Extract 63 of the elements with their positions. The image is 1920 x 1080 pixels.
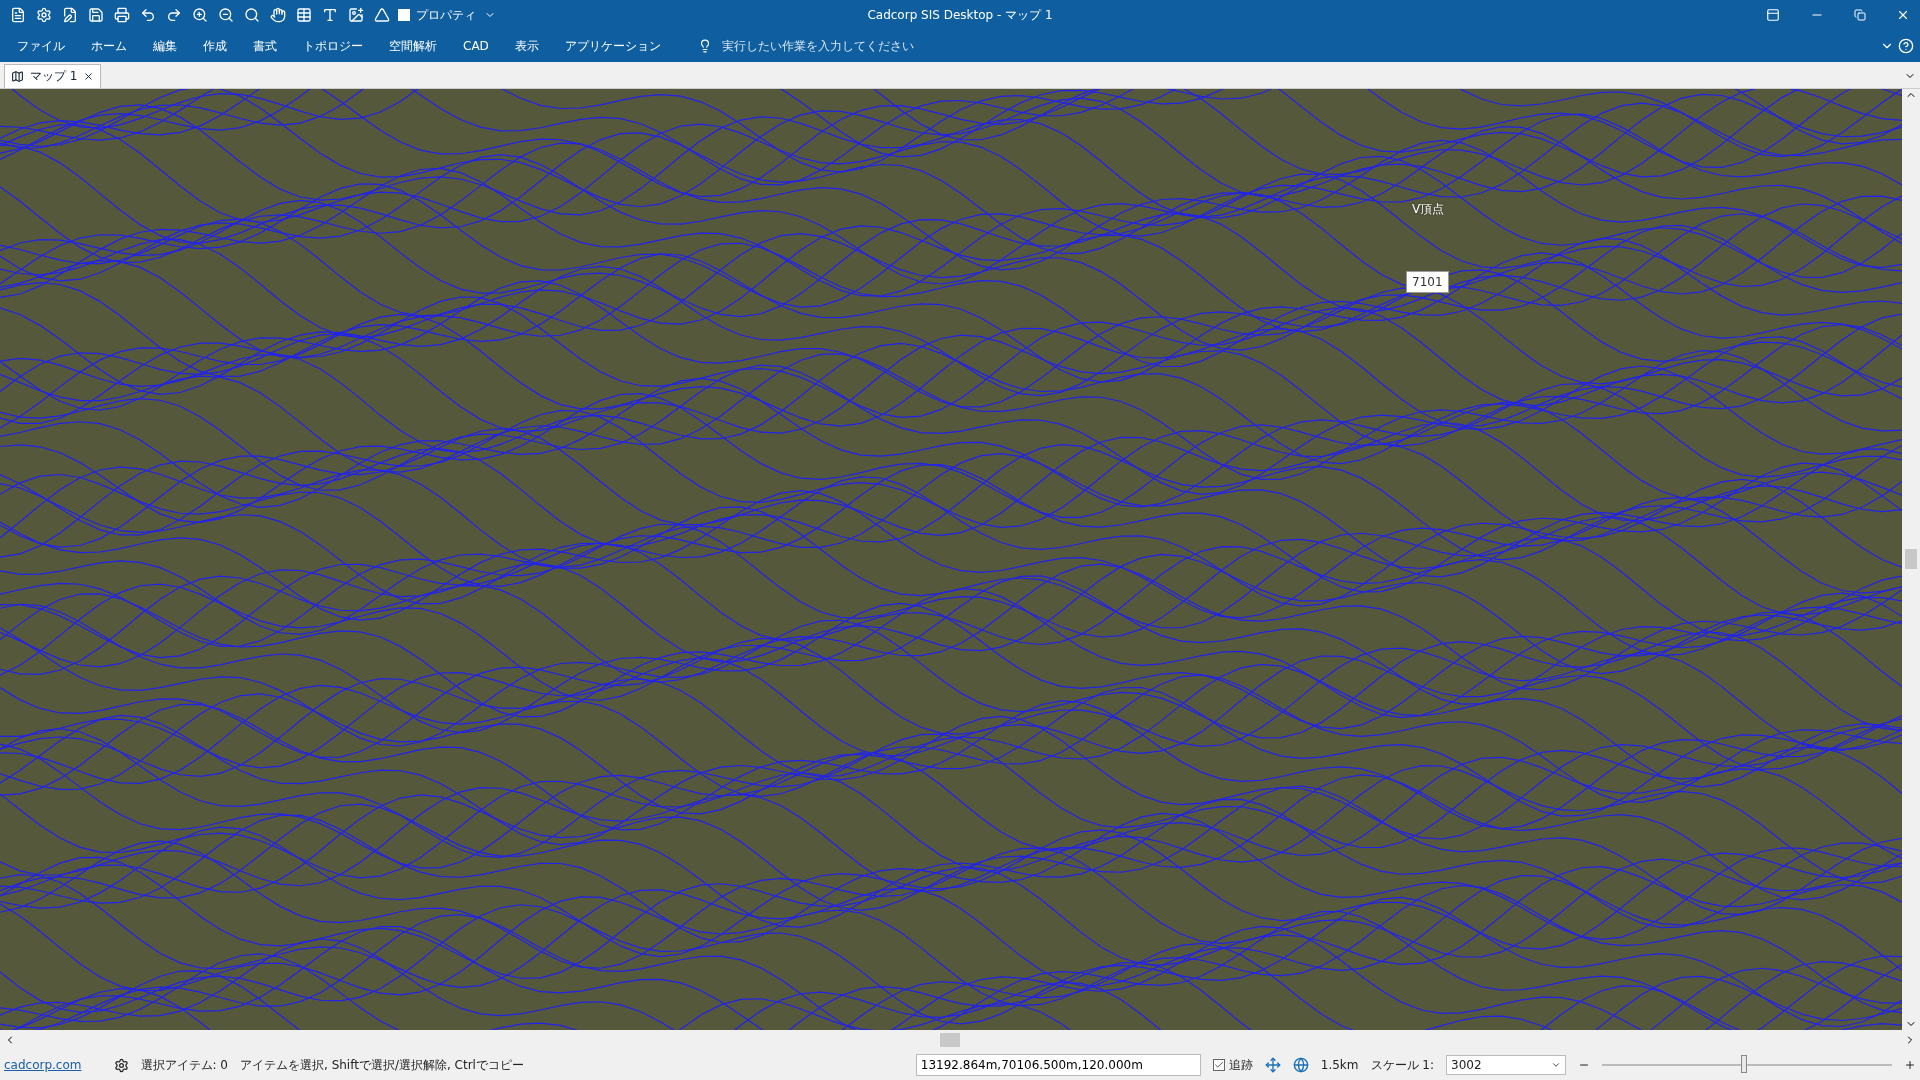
- property-label: プロパティ: [416, 6, 476, 24]
- scale-label: スケール 1:: [1370, 1056, 1434, 1074]
- menu-item[interactable]: ホーム: [78, 33, 140, 59]
- hand-button[interactable]: [268, 5, 288, 25]
- save-button[interactable]: [86, 5, 106, 25]
- selection-count: 選択アイテム: 0: [140, 1056, 228, 1074]
- help-button[interactable]: [1896, 36, 1916, 56]
- status-hint: アイテムを選択, Shiftで選択/選択解除, Ctrlでコピー: [240, 1056, 524, 1074]
- website-link[interactable]: cadcorp.com: [4, 1058, 82, 1072]
- close-icon[interactable]: [83, 71, 95, 82]
- scroll-thumb[interactable]: [940, 1033, 960, 1047]
- scroll-thumb[interactable]: [1905, 549, 1917, 569]
- menu-item[interactable]: 作成: [190, 33, 240, 59]
- print-icon: [114, 7, 130, 23]
- restore-button[interactable]: [1852, 7, 1868, 23]
- caret-icon: [1551, 1060, 1561, 1070]
- ribbon-display-button[interactable]: [1764, 6, 1782, 24]
- zoom-in-icon[interactable]: [1904, 1059, 1916, 1071]
- map-icon: [11, 70, 24, 83]
- help-icon: [1898, 38, 1914, 54]
- menu-item[interactable]: アプリケーション: [551, 33, 674, 59]
- hand-icon: [270, 7, 286, 23]
- scale-dropdown[interactable]: 3002: [1446, 1055, 1566, 1075]
- edit-file-icon: [62, 7, 78, 23]
- menu-item[interactable]: ファイル: [4, 33, 78, 59]
- table-button[interactable]: [294, 5, 314, 25]
- zoom-in-icon: [192, 7, 208, 23]
- print-button[interactable]: [112, 5, 132, 25]
- map-label: V頂点: [1412, 201, 1445, 218]
- globe-icon[interactable]: [1292, 1057, 1309, 1073]
- menu-item[interactable]: 書式: [240, 33, 290, 59]
- settings-button[interactable]: [34, 5, 54, 25]
- property-checkbox[interactable]: [398, 9, 410, 21]
- panel-icon: [1766, 8, 1780, 22]
- text-icon: [322, 7, 338, 23]
- window-title: Cadcorp SIS Desktop - マップ 1: [867, 7, 1053, 22]
- menu-item[interactable]: CAD: [450, 35, 502, 57]
- document-tab[interactable]: マップ 1: [4, 64, 102, 88]
- redo-icon: [166, 7, 182, 23]
- close-icon: [1896, 8, 1910, 22]
- settings-icon: [36, 7, 52, 23]
- zoom-slider-thumb[interactable]: [1741, 1055, 1748, 1073]
- undo-icon: [140, 7, 156, 23]
- menu-item[interactable]: トポロジー: [290, 33, 376, 59]
- add-image-icon: [348, 7, 364, 23]
- menu-item[interactable]: 編集: [140, 33, 190, 59]
- zoom-out-icon: [218, 7, 234, 23]
- tracking-label: 追跡: [1228, 1056, 1253, 1074]
- coordinates-field[interactable]: 13192.864m,70106.500m,120.000m: [915, 1054, 1201, 1076]
- map-label: 7101: [1406, 271, 1449, 293]
- tracking-checkbox[interactable]: [1212, 1059, 1225, 1071]
- new-file-icon: [10, 7, 26, 23]
- distance-text: 1.5km: [1320, 1058, 1359, 1072]
- search-icon: [244, 7, 260, 23]
- checkmark-icon: [1213, 1060, 1224, 1070]
- table-icon: [296, 7, 312, 23]
- menu-item[interactable]: 表示: [501, 33, 552, 59]
- scale-value: 3002: [1451, 1058, 1482, 1072]
- add-image-button[interactable]: [346, 5, 366, 25]
- save-icon: [88, 7, 104, 23]
- menu-item[interactable]: 空間解析: [376, 33, 450, 59]
- tell-me-field[interactable]: 実行したい作業を入力してください: [719, 38, 984, 54]
- restore-icon: [1854, 9, 1866, 21]
